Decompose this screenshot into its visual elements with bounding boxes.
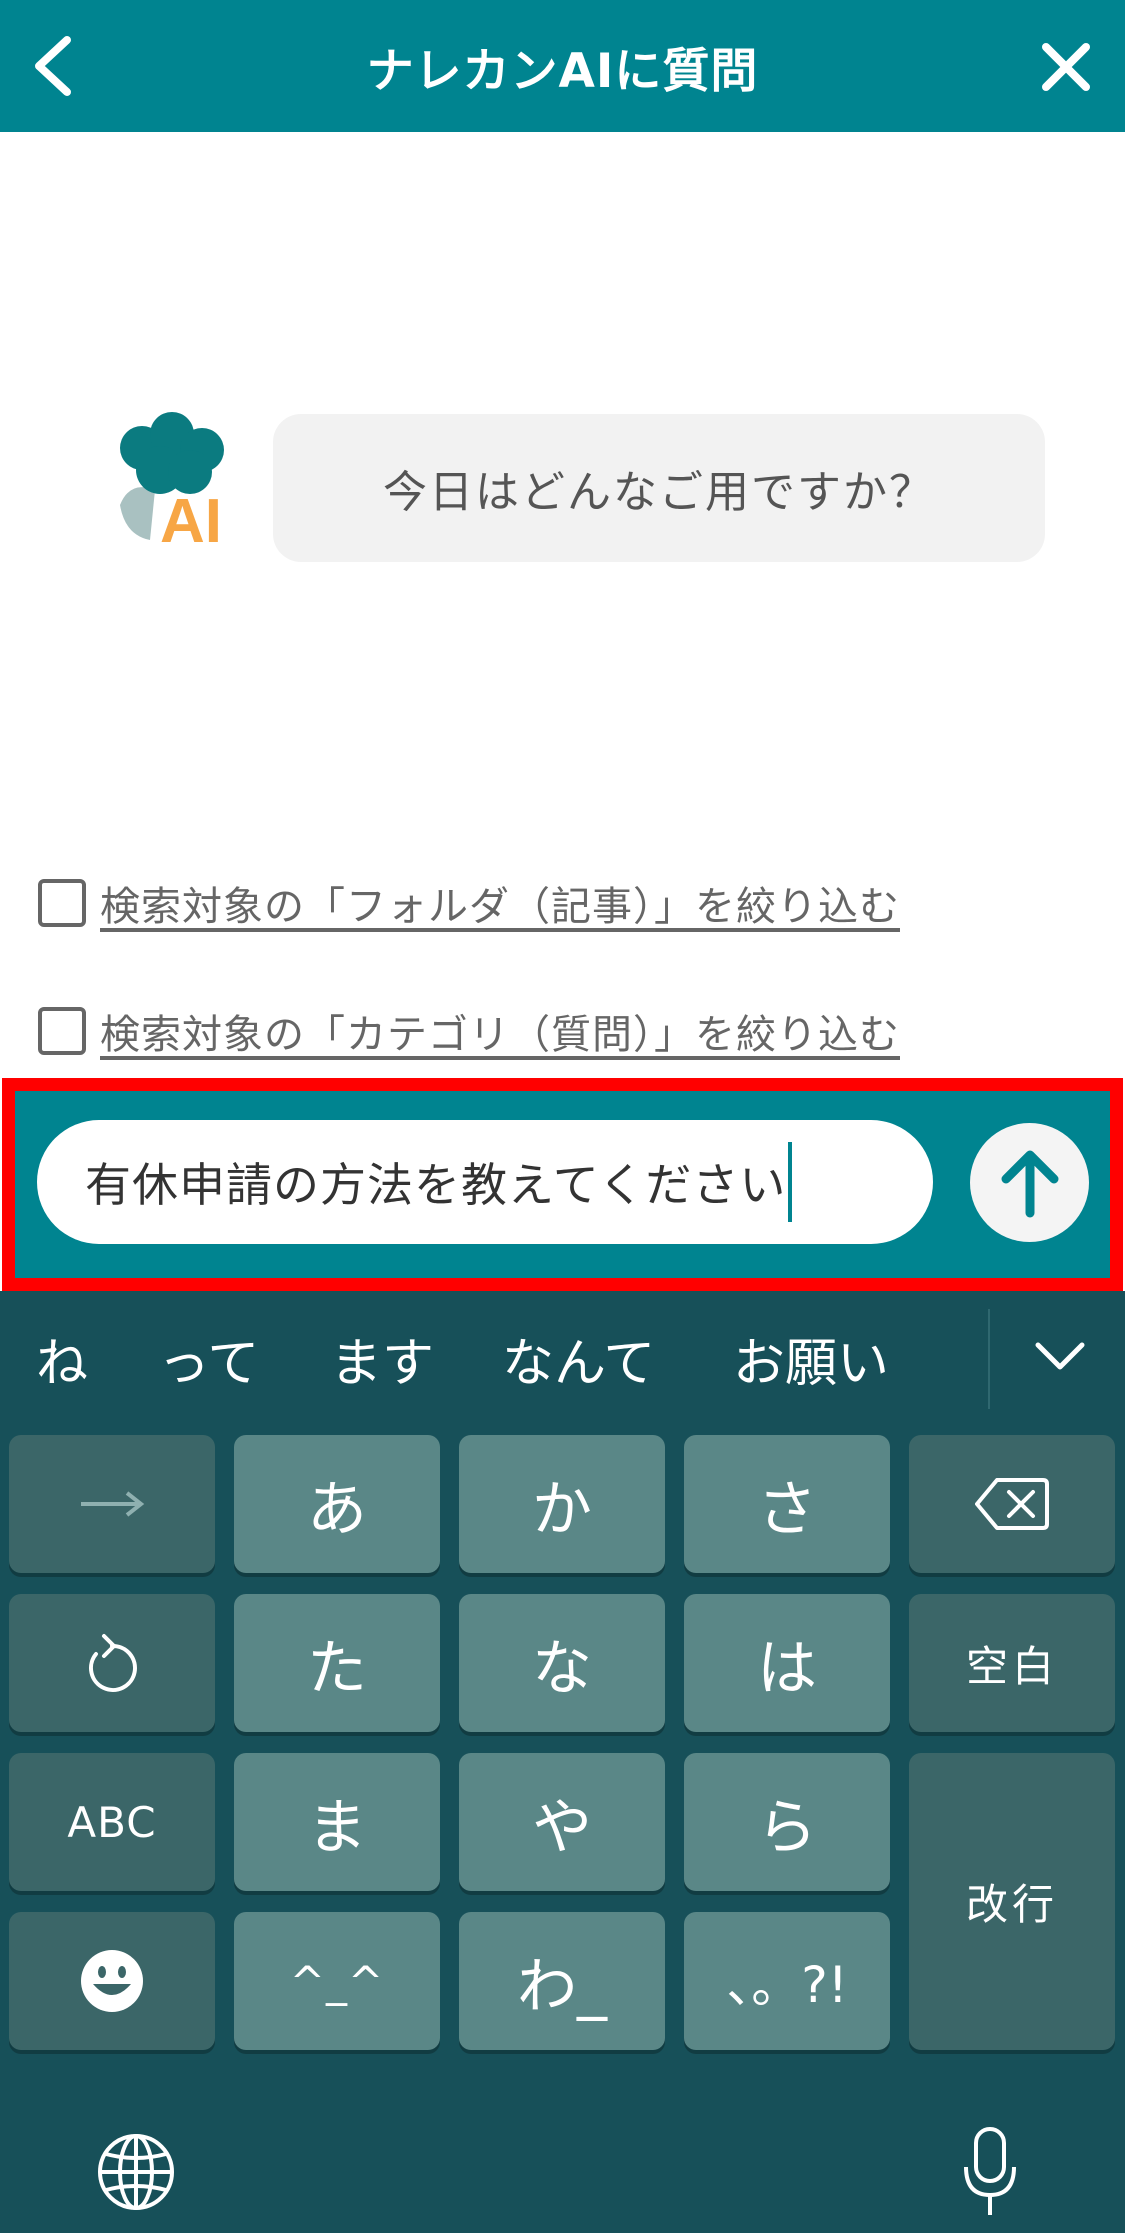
emoji-icon bbox=[81, 1950, 143, 2012]
back-button[interactable] bbox=[18, 28, 88, 104]
software-keyboard: ね って ます なんて お願い あ か さ た な は 空白 ABC ま や ら… bbox=[0, 1291, 1125, 2233]
app-header: ナレカンAIに質問 bbox=[0, 0, 1125, 132]
bot-message-bubble: 今日はどんなご用ですか？ bbox=[273, 414, 1045, 562]
bot-message-row: AI 今日はどんなご用ですか？ bbox=[110, 410, 1045, 565]
globe-button[interactable] bbox=[96, 2132, 176, 2212]
key-ra[interactable]: ら bbox=[684, 1753, 890, 1891]
filter-category[interactable]: 検索対象の「カテゴリ（質問）」を絞り込む bbox=[38, 1002, 900, 1060]
key-space[interactable]: 空白 bbox=[909, 1594, 1115, 1732]
prediction-bar: ね って ます なんて お願い bbox=[0, 1291, 1125, 1426]
key-sa[interactable]: さ bbox=[684, 1435, 890, 1573]
ai-cloud-logo-icon: AI bbox=[120, 412, 224, 556]
undo-icon bbox=[88, 1634, 137, 1692]
candidate-masu[interactable]: ます bbox=[330, 1321, 434, 1396]
key-cursor-right[interactable] bbox=[9, 1435, 215, 1573]
key-ha[interactable]: は bbox=[684, 1594, 890, 1732]
backspace-icon bbox=[975, 1478, 1049, 1530]
key-ta[interactable]: た bbox=[234, 1594, 440, 1732]
category-filter-label[interactable]: 検索対象の「カテゴリ（質問）」を絞り込む bbox=[100, 1002, 900, 1060]
candidate-onegai[interactable]: お願い bbox=[733, 1321, 889, 1396]
key-return[interactable]: 改行 bbox=[909, 1753, 1115, 2050]
microphone-icon bbox=[964, 2127, 1016, 2215]
key-a[interactable]: あ bbox=[234, 1435, 440, 1573]
key-emoji[interactable] bbox=[9, 1912, 215, 2050]
key-na[interactable]: な bbox=[459, 1594, 665, 1732]
text-caret bbox=[788, 1142, 793, 1222]
chevron-left-icon bbox=[35, 36, 71, 96]
key-abc[interactable]: ABC bbox=[9, 1753, 215, 1891]
arrow-up-icon bbox=[1001, 1150, 1058, 1217]
key-wa[interactable]: わ_ bbox=[459, 1912, 665, 2050]
candidate-ne[interactable]: ね bbox=[36, 1321, 88, 1396]
globe-icon bbox=[98, 2134, 174, 2210]
bot-message-text: 今日はどんなご用ですか？ bbox=[383, 467, 935, 518]
filter-folder[interactable]: 検索対象の「フォルダ（記事）」を絞り込む bbox=[38, 874, 900, 932]
question-input[interactable]: 有休申請の方法を教えてください bbox=[37, 1120, 933, 1244]
key-ya[interactable]: や bbox=[459, 1753, 665, 1891]
key-undo[interactable] bbox=[9, 1594, 215, 1732]
key-ma[interactable]: ま bbox=[234, 1753, 440, 1891]
question-input-value: 有休申請の方法を教えてください bbox=[85, 1158, 787, 1212]
send-button[interactable] bbox=[970, 1123, 1089, 1242]
category-filter-checkbox[interactable] bbox=[38, 1007, 86, 1055]
close-icon bbox=[1042, 43, 1090, 91]
ai-label: AI bbox=[160, 487, 222, 550]
folder-filter-checkbox[interactable] bbox=[38, 879, 86, 927]
key-punctuation[interactable]: 、。?! bbox=[684, 1912, 890, 2050]
folder-filter-label[interactable]: 検索対象の「フォルダ（記事）」を絞り込む bbox=[100, 874, 900, 932]
key-ka[interactable]: か bbox=[459, 1435, 665, 1573]
key-kaomoji[interactable]: ^_^ bbox=[234, 1912, 440, 2050]
candidate-divider bbox=[988, 1309, 990, 1409]
key-backspace[interactable] bbox=[909, 1435, 1115, 1573]
arrow-right-icon bbox=[81, 1491, 145, 1517]
chevron-down-icon bbox=[1035, 1342, 1085, 1370]
expand-candidates-button[interactable] bbox=[1025, 1326, 1095, 1386]
dictation-button[interactable] bbox=[960, 2125, 1020, 2220]
bot-avatar: AI bbox=[110, 410, 240, 556]
candidate-tte[interactable]: って bbox=[158, 1321, 259, 1396]
candidate-nante[interactable]: なんて bbox=[502, 1321, 655, 1396]
close-button[interactable] bbox=[1029, 30, 1103, 104]
page-title: ナレカンAIに質問 bbox=[366, 43, 759, 99]
